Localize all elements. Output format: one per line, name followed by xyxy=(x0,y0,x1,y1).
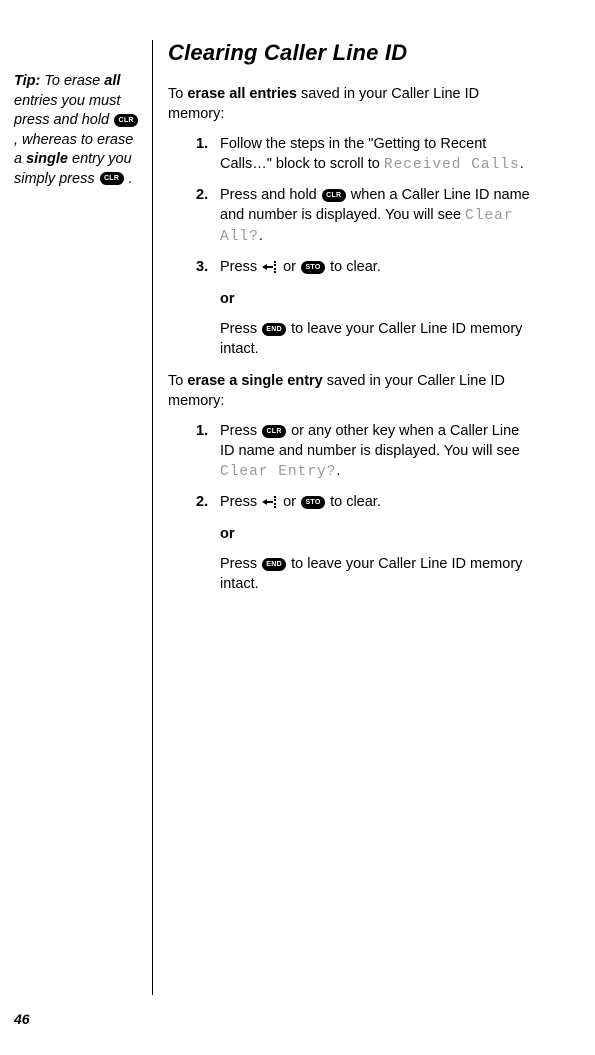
step-item: 2. Press or STO to clear. xyxy=(196,492,533,512)
sto-key-icon: STO xyxy=(301,261,325,274)
clr-key-icon: CLR xyxy=(100,172,124,185)
tip-bold-single: single xyxy=(26,151,68,167)
clr-key-icon: CLR xyxy=(262,425,286,438)
step-item: 1. Press CLR or any other key when a Cal… xyxy=(196,421,533,482)
clr-key-icon: CLR xyxy=(114,114,138,127)
intro-erase-all: To erase all entries saved in your Calle… xyxy=(168,84,533,124)
or-block: or Press END to leave your Caller Line I… xyxy=(168,289,533,359)
or-label: or xyxy=(220,524,533,544)
steps-erase-all: 1. Follow the steps in the "Getting to R… xyxy=(168,134,533,277)
tip-label: Tip: xyxy=(14,73,40,89)
page: Tip: To erase all entries you must press… xyxy=(0,0,595,1055)
end-key-icon: END xyxy=(262,323,286,336)
steps-erase-single: 1. Press CLR or any other key when a Cal… xyxy=(168,421,533,512)
step-item: 3. Press or STO to clear. xyxy=(196,257,533,277)
arrow-left-icon xyxy=(262,260,278,274)
arrow-left-icon xyxy=(262,495,278,509)
page-title: Clearing Caller Line ID xyxy=(168,40,533,66)
screen-text: Clear Entry? xyxy=(220,464,336,480)
tip-text: . xyxy=(125,171,133,187)
or-label: or xyxy=(220,289,533,309)
tip-text: To erase xyxy=(40,73,104,89)
end-key-icon: END xyxy=(262,558,286,571)
tip-text: entries you must press and hold xyxy=(14,93,120,129)
or-text: Press END to leave your Caller Line ID m… xyxy=(220,319,533,359)
intro-erase-single: To erase a single entry saved in your Ca… xyxy=(168,371,533,411)
or-text: Press END to leave your Caller Line ID m… xyxy=(220,554,533,594)
clr-key-icon: CLR xyxy=(322,189,346,202)
tip-bold-all: all xyxy=(104,73,120,89)
step-item: 2. Press and hold CLR when a Caller Line… xyxy=(196,185,533,247)
sidebar-tip: Tip: To erase all entries you must press… xyxy=(14,72,142,189)
page-number: 46 xyxy=(14,1011,30,1027)
step-item: 1. Follow the steps in the "Getting to R… xyxy=(196,134,533,175)
sto-key-icon: STO xyxy=(301,496,325,509)
or-block: or Press END to leave your Caller Line I… xyxy=(168,524,533,594)
body-text: To erase all entries saved in your Calle… xyxy=(168,84,533,594)
main-content: Clearing Caller Line ID To erase all ent… xyxy=(168,40,555,594)
screen-text: Received Calls xyxy=(384,157,520,173)
vertical-divider xyxy=(152,40,153,995)
